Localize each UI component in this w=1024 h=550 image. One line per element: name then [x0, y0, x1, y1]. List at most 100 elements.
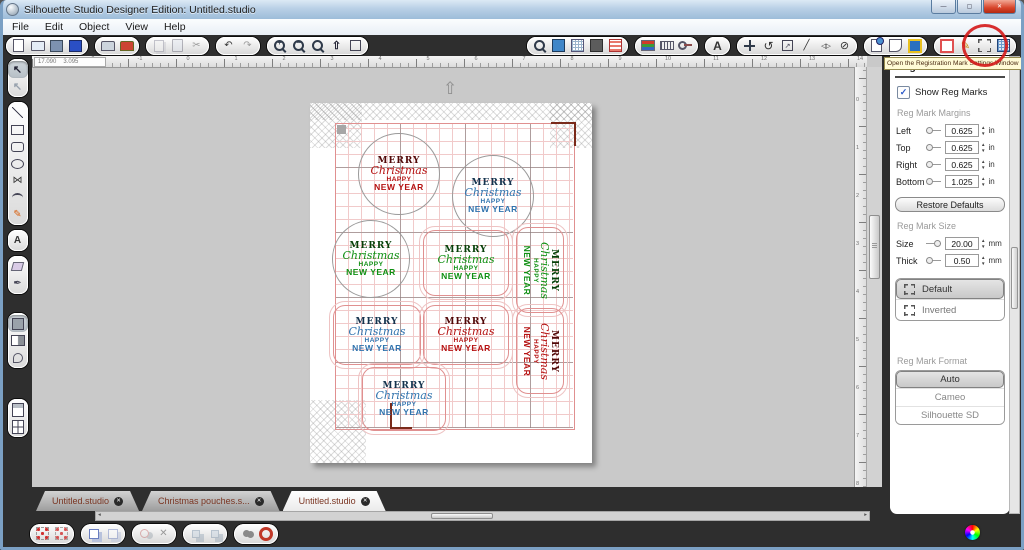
print-color-button[interactable]	[117, 38, 136, 54]
zoom-select-button[interactable]	[308, 38, 327, 54]
cut-style-button[interactable]	[676, 38, 695, 54]
minimize-button[interactable]: —	[931, 0, 956, 14]
page-layout-2-button[interactable]	[8, 418, 28, 435]
panel-scrollbar-thumb[interactable]	[1011, 247, 1018, 309]
format-option-silhouette-sd[interactable]: Silhouette SD	[896, 406, 1004, 424]
vertical-scrollbar-thumb[interactable]	[869, 215, 880, 279]
design-badge-scallop-blue-2[interactable]: MERRY Christmas HAPPY NEW YEAR	[358, 363, 450, 435]
deselect-all-button[interactable]	[52, 526, 71, 542]
style-option-default[interactable]: Default	[896, 279, 1004, 299]
scroll-left-icon[interactable]: ◂	[98, 512, 101, 519]
paste-button[interactable]	[168, 38, 187, 54]
margin-right-stepper[interactable]: ▲ ▼	[981, 159, 985, 170]
margin-left-slider[interactable]	[926, 127, 941, 134]
margin-left-stepper[interactable]: ▲ ▼	[981, 125, 985, 136]
mirror-button[interactable]: ◁▷	[816, 38, 835, 54]
ellipse-tool[interactable]	[8, 155, 28, 172]
menu-view[interactable]: View	[117, 21, 156, 33]
tab-close-icon[interactable]: ✕	[114, 497, 123, 506]
redo-button[interactable]: ↷	[238, 38, 257, 54]
menu-edit[interactable]: Edit	[37, 21, 71, 33]
cut-button[interactable]: ✂	[187, 38, 206, 54]
design-badge-circle-blue[interactable]: MERRY Christmas HAPPY NEW YEAR	[452, 155, 534, 237]
menu-object[interactable]: Object	[71, 21, 117, 33]
group-button[interactable]	[186, 526, 205, 542]
undo-button[interactable]: ↶	[219, 38, 238, 54]
cut-settings-button[interactable]	[867, 37, 886, 54]
spin-down-icon[interactable]: ▼	[981, 244, 985, 249]
design-badge-scallop-blue[interactable]: MERRY Christmas HAPPY NEW YEAR	[329, 301, 425, 369]
size-stepper[interactable]: ▲ ▼	[981, 238, 985, 249]
spin-down-icon[interactable]: ▼	[981, 148, 985, 153]
margin-right-slider[interactable]	[926, 161, 941, 168]
margin-right-input[interactable]	[945, 158, 979, 171]
zoom-in-button[interactable]: +	[270, 38, 289, 54]
replicate-button[interactable]	[135, 526, 154, 542]
bring-to-front-button[interactable]	[84, 526, 103, 542]
weld-button[interactable]	[237, 526, 256, 542]
design-page[interactable]: MERRY Christmas HAPPY NEW YEAR MERRY Chr…	[310, 103, 592, 463]
knife-tool[interactable]: ✒	[8, 275, 28, 292]
tab-untitled-1[interactable]: Untitled.studio ✕	[36, 491, 139, 511]
line-tool[interactable]	[8, 104, 28, 121]
page-setup-button[interactable]	[549, 38, 568, 54]
rounded-rectangle-tool[interactable]	[8, 138, 28, 155]
design-badge-circle-green[interactable]: MERRY Christmas HAPPY NEW YEAR	[332, 220, 410, 298]
text-tool[interactable]: A	[8, 232, 28, 249]
send-to-back-button[interactable]	[103, 526, 122, 542]
trace-tool[interactable]	[8, 349, 28, 366]
spin-down-icon[interactable]: ▼	[981, 165, 985, 170]
spin-down-icon[interactable]: ▼	[981, 182, 985, 187]
new-document-button[interactable]	[9, 38, 28, 54]
save-as-button[interactable]	[66, 38, 85, 54]
rotate-button[interactable]: ↺	[759, 38, 778, 54]
close-button[interactable]: ✕	[983, 0, 1016, 14]
spin-down-icon[interactable]: ▼	[981, 261, 985, 266]
text-style-button[interactable]: A	[708, 38, 727, 54]
scale-button[interactable]: ↗	[778, 38, 797, 54]
corner-page-button[interactable]	[886, 38, 905, 54]
print-button[interactable]	[98, 38, 117, 54]
select-tool[interactable]: ↖	[7, 61, 28, 78]
tab-close-icon[interactable]: ✕	[361, 497, 370, 506]
modify-button[interactable]: ⊘	[835, 38, 854, 54]
library-tool[interactable]	[8, 332, 28, 349]
polygon-tool[interactable]: ⋈	[8, 172, 28, 189]
cutting-mat-button[interactable]	[587, 38, 606, 54]
thick-slider[interactable]	[926, 257, 941, 264]
move-button[interactable]	[740, 38, 759, 54]
margin-bottom-input[interactable]	[945, 175, 979, 188]
fill-page-window-button[interactable]	[905, 38, 924, 54]
restore-defaults-button[interactable]: Restore Defaults	[895, 197, 1005, 212]
fill-color-button[interactable]	[638, 38, 657, 54]
thick-stepper[interactable]: ▲ ▼	[981, 255, 985, 266]
design-badge-vertical-red[interactable]: MERRY Christmas HAPPY NEW YEAR	[512, 304, 568, 398]
format-option-auto[interactable]: Auto	[896, 371, 1004, 388]
tab-close-icon[interactable]: ✕	[255, 497, 264, 506]
horizontal-scrollbar[interactable]: ◂ ▸	[95, 511, 870, 521]
eraser-tool[interactable]	[8, 258, 28, 275]
panel-scrollbar[interactable]	[1009, 56, 1020, 514]
design-badge-circle-red[interactable]: MERRY Christmas HAPPY NEW YEAR	[358, 133, 440, 215]
margin-bottom-stepper[interactable]: ▲ ▼	[981, 176, 985, 187]
menu-help[interactable]: Help	[156, 21, 194, 33]
thick-input[interactable]	[945, 254, 979, 267]
margin-top-stepper[interactable]: ▲ ▼	[981, 142, 985, 153]
margin-left-input[interactable]	[945, 124, 979, 137]
media-button[interactable]	[606, 38, 625, 54]
edit-points-tool[interactable]: ↖	[8, 78, 28, 95]
margin-bottom-slider[interactable]	[926, 178, 941, 185]
tab-untitled-2-active[interactable]: Untitled.studio ✕	[283, 491, 386, 511]
rectangle-tool[interactable]	[8, 121, 28, 138]
design-badge-scallop-red[interactable]: MERRY Christmas HAPPY NEW YEAR	[419, 301, 513, 369]
fill-page-tool[interactable]	[7, 315, 28, 332]
open-button[interactable]	[28, 38, 47, 54]
copy-button[interactable]	[149, 38, 168, 54]
margin-top-slider[interactable]	[926, 144, 941, 151]
style-option-inverted[interactable]: Inverted	[896, 299, 1004, 320]
menu-file[interactable]: File	[4, 21, 37, 33]
line-style-button[interactable]	[657, 38, 676, 54]
tab-christmas-pouches[interactable]: Christmas pouches.s... ✕	[142, 491, 280, 511]
select-all-button[interactable]	[33, 526, 52, 542]
zoom-drag-button[interactable]: ⇧	[327, 38, 346, 54]
